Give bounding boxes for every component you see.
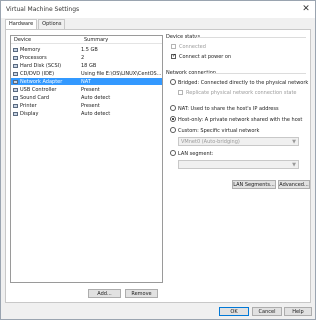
add-button[interactable]: Add... bbox=[88, 289, 121, 298]
device-name: Sound Card bbox=[20, 94, 50, 101]
device-name: USB Controller bbox=[20, 86, 57, 93]
lan-segment-select[interactable]: ▼ bbox=[178, 160, 299, 169]
chevron-down-icon: ▼ bbox=[292, 139, 296, 145]
replicate-checkbox[interactable] bbox=[178, 90, 183, 95]
close-icon[interactable]: ✕ bbox=[299, 3, 313, 15]
lan-segment-label: LAN segment: bbox=[178, 151, 214, 157]
nat-radio[interactable] bbox=[170, 105, 176, 111]
display-icon bbox=[13, 111, 18, 116]
device-summary: Using file E:\OS\LINUX\CentOS... bbox=[81, 70, 162, 77]
device-name: Display bbox=[20, 110, 39, 117]
title-bar[interactable]: Virtual Machine Settings ✕ bbox=[1, 1, 315, 18]
replicate-label: Replicate physical network connection st… bbox=[186, 90, 297, 96]
device-list[interactable]: Device Summary Memory 1.5 GB Processors … bbox=[10, 35, 163, 283]
vm-settings-window: Virtual Machine Settings ✕ Hardware Opti… bbox=[0, 0, 316, 320]
group-divider bbox=[196, 37, 306, 38]
device-name: CD/DVD (IDE) bbox=[20, 70, 55, 77]
bridged-radio[interactable] bbox=[170, 79, 176, 85]
device-name: Processors bbox=[20, 54, 47, 61]
custom-network-select[interactable]: VMnet0 (Auto-bridging) ▼ bbox=[178, 137, 299, 146]
memory-icon bbox=[13, 47, 18, 52]
device-row-printer[interactable]: Printer Present bbox=[11, 102, 162, 109]
device-row-hard-disk[interactable]: Hard Disk (SCSI) 18 GB bbox=[11, 62, 162, 69]
printer-icon bbox=[13, 103, 18, 108]
lan-segments-button[interactable]: LAN Segments... bbox=[232, 180, 276, 189]
chevron-down-icon: ▼ bbox=[292, 162, 296, 168]
device-summary: 1.5 GB bbox=[81, 46, 98, 53]
device-summary: NAT bbox=[81, 78, 91, 85]
device-summary: Present bbox=[81, 102, 100, 109]
connect-at-power-on-checkbox[interactable] bbox=[171, 54, 176, 59]
ok-button[interactable]: OK bbox=[219, 307, 249, 316]
device-row-cd-dvd[interactable]: CD/DVD (IDE) Using file E:\OS\LINUX\Cent… bbox=[11, 70, 162, 77]
device-summary: Auto detect bbox=[81, 94, 111, 101]
sound-card-icon bbox=[13, 95, 18, 100]
device-row-sound-card[interactable]: Sound Card Auto detect bbox=[11, 94, 162, 101]
column-header-summary[interactable]: Summary bbox=[81, 36, 162, 43]
hard-disk-icon bbox=[13, 63, 18, 68]
lan-segment-radio[interactable] bbox=[170, 150, 176, 156]
device-name: Hard Disk (SCSI) bbox=[20, 62, 62, 69]
cancel-button[interactable]: Cancel bbox=[252, 307, 282, 316]
connect-at-power-on-label: Connect at power on bbox=[179, 54, 232, 60]
device-name: Memory bbox=[20, 46, 41, 53]
device-row-display[interactable]: Display Auto detect bbox=[11, 110, 162, 117]
device-list-header: Device Summary bbox=[11, 36, 162, 44]
device-row-processors[interactable]: Processors 2 bbox=[11, 54, 162, 61]
device-name: Network Adapter bbox=[20, 78, 63, 85]
remove-button[interactable]: Remove bbox=[125, 289, 158, 298]
network-adapter-icon bbox=[13, 79, 18, 84]
custom-network-value: VMnet0 (Auto-bridging) bbox=[181, 139, 240, 145]
column-header-device[interactable]: Device bbox=[11, 36, 81, 43]
connected-checkbox[interactable] bbox=[171, 44, 176, 49]
usb-icon bbox=[13, 87, 18, 92]
device-name: Printer bbox=[20, 102, 37, 109]
connected-label: Connected bbox=[179, 44, 206, 50]
custom-label: Custom: Specific virtual network bbox=[178, 128, 260, 134]
device-status-title: Device status bbox=[166, 34, 201, 40]
device-summary: 18 GB bbox=[81, 62, 97, 69]
host-only-label: Host-only: A private network shared with… bbox=[178, 117, 303, 123]
host-only-radio[interactable] bbox=[170, 116, 176, 122]
custom-radio[interactable] bbox=[170, 127, 176, 133]
processor-icon bbox=[13, 55, 18, 60]
group-divider bbox=[204, 73, 306, 74]
nat-label: NAT: Used to share the host's IP address bbox=[178, 106, 279, 112]
window-title: Virtual Machine Settings bbox=[6, 6, 80, 13]
help-button[interactable]: Help bbox=[284, 307, 312, 316]
bridged-label: Bridged: Connected directly to the physi… bbox=[178, 80, 309, 86]
tab-options[interactable]: Options bbox=[38, 19, 66, 29]
advanced-button[interactable]: Advanced... bbox=[278, 180, 310, 189]
device-summary: Present bbox=[81, 86, 100, 93]
device-row-memory[interactable]: Memory 1.5 GB bbox=[11, 46, 162, 53]
device-summary: Auto detect bbox=[81, 110, 111, 117]
cd-dvd-icon bbox=[13, 71, 18, 76]
device-row-network-adapter[interactable]: Network Adapter NAT bbox=[11, 78, 162, 85]
tab-bar: Hardware Options bbox=[5, 19, 66, 30]
device-summary: 2 bbox=[81, 54, 85, 61]
hardware-panel: Device Summary Memory 1.5 GB Processors … bbox=[5, 29, 311, 303]
device-row-usb-controller[interactable]: USB Controller Present bbox=[11, 86, 162, 93]
